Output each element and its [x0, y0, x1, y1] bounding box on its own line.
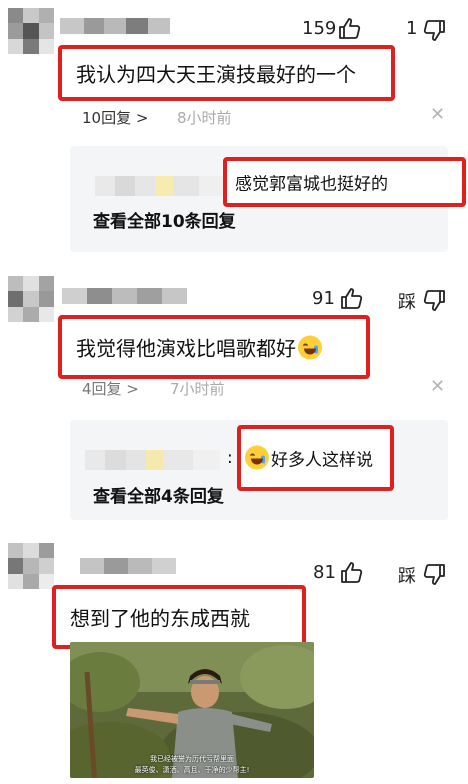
like-count: 81	[313, 562, 336, 583]
dislike-label: 踩	[398, 566, 416, 587]
reply-count-link[interactable]: 4回复 >	[82, 378, 139, 399]
close-icon[interactable]: ✕	[430, 376, 445, 397]
movie-still-image[interactable]: 我已经被誉为历代亏帮里面 最英俊、潇洒、高且、干净的少帮主!	[70, 642, 314, 778]
username-blurred[interactable]	[62, 288, 187, 304]
close-icon[interactable]: ✕	[430, 104, 445, 125]
reply-count-link[interactable]: 10回复 >	[82, 107, 148, 128]
timestamp: 7小时前	[170, 380, 225, 398]
dislike-count: 1	[406, 18, 418, 39]
reply-preview-box: 好多人这样说	[237, 425, 394, 491]
thumbs-down-icon[interactable]	[422, 562, 446, 586]
comment-text-box: 我觉得他演戏比唱歌都好	[58, 315, 370, 379]
username-blurred[interactable]	[80, 558, 176, 574]
reply-preview-text: 好多人这样说	[245, 445, 373, 471]
username-blurred[interactable]	[60, 18, 170, 34]
view-all-replies-link[interactable]: 查看全部10条回复	[93, 207, 236, 232]
comment-text: 我觉得他演戏比唱歌都好	[76, 333, 322, 362]
like-count: 91	[312, 288, 335, 309]
reply-username-blurred	[95, 176, 225, 196]
laughing-crying-emoji-icon	[245, 445, 269, 470]
timestamp: 8小时前	[177, 109, 232, 127]
thumbs-up-icon[interactable]	[338, 17, 362, 41]
reply-username-blurred	[85, 450, 220, 470]
thumbs-up-icon[interactable]	[340, 287, 364, 311]
dislike-label: 踩	[398, 292, 416, 313]
movie-subtitle-1: 我已经被誉为历代亏帮里面	[150, 755, 234, 763]
reply-preview-box: 感觉郭富城也挺好的	[223, 157, 466, 207]
avatar[interactable]	[8, 543, 54, 589]
comment-text-box: 我认为四大天王演技最好的一个	[58, 45, 395, 101]
comment-text: 想到了他的东成西就	[70, 606, 250, 631]
thumbs-up-icon[interactable]	[340, 561, 364, 585]
thumbs-down-icon[interactable]	[422, 18, 446, 42]
like-count: 159	[302, 18, 337, 39]
movie-subtitle-2: 最英俊、潇洒、高且、干净的少帮主!	[134, 766, 250, 774]
reply-preview-text: 感觉郭富城也挺好的	[235, 174, 388, 195]
avatar[interactable]	[8, 8, 54, 54]
thumbs-down-icon[interactable]	[422, 288, 446, 312]
comment-text-box: 想到了他的东成西就	[52, 585, 306, 649]
avatar[interactable]	[8, 276, 54, 322]
comment-text: 我认为四大天王演技最好的一个	[76, 62, 356, 87]
reply-prefix: :	[227, 448, 233, 468]
view-all-replies-link[interactable]: 查看全部4条回复	[93, 482, 224, 507]
laughing-crying-emoji-icon	[298, 335, 322, 360]
